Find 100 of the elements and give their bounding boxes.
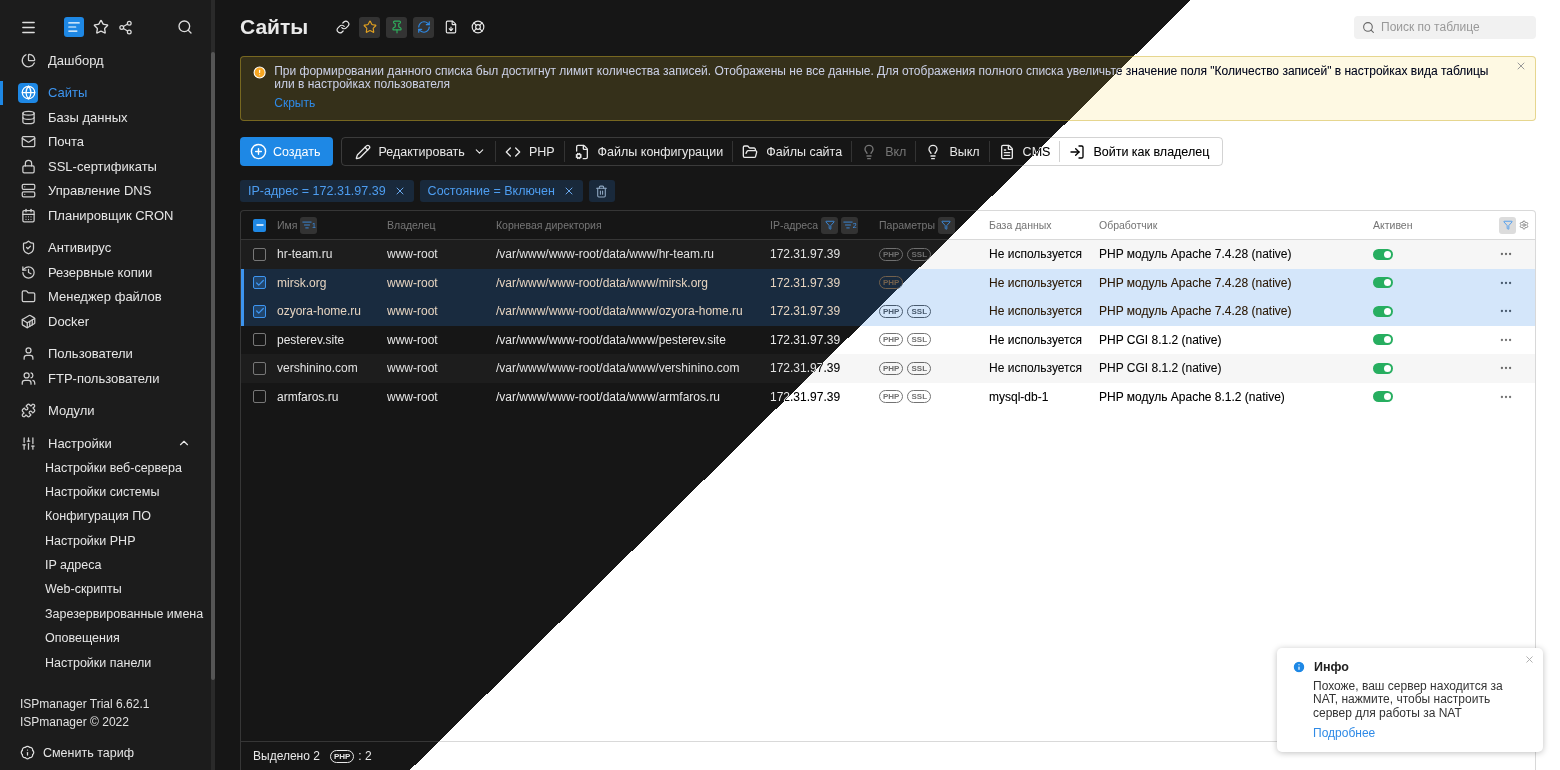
nav-subitem[interactable]: Web-скрипты <box>0 577 211 602</box>
row-checkbox[interactable] <box>253 361 266 375</box>
column-header[interactable]: Корневая директория <box>496 219 602 231</box>
settings-icon[interactable] <box>1519 220 1529 230</box>
funnel-icon <box>941 220 952 230</box>
nav-item[interactable]: Антивирус <box>0 235 211 260</box>
toolbar-button[interactable]: Файлы сайта <box>732 141 852 162</box>
nav-item[interactable]: Планировщик CRON <box>0 203 211 228</box>
row-checkbox[interactable] <box>253 333 266 347</box>
create-button[interactable]: Создать <box>240 137 333 166</box>
column-header[interactable]: Обработчик <box>1099 219 1158 231</box>
nav-item[interactable]: Дашборд <box>0 48 211 73</box>
nav-subitem[interactable]: Настройки веб-сервера <box>0 455 211 480</box>
nav-subitem[interactable]: Настройки системы <box>0 479 211 505</box>
nav-item[interactable]: Сайты <box>0 80 211 105</box>
nav-item[interactable]: Менеджер файлов <box>0 284 211 309</box>
nav-item[interactable]: FTP-пользователи <box>0 366 211 391</box>
lifebuoy-icon <box>470 20 485 34</box>
nodes-icon[interactable] <box>117 19 133 35</box>
pin-button[interactable] <box>386 16 408 38</box>
nav-item[interactable]: Модули <box>0 398 211 423</box>
nav-item[interactable]: Docker <box>0 309 211 334</box>
table-cell-text: PHP CGI 8.1.2 (native) <box>1099 361 1223 376</box>
column-header[interactable]: Владелец <box>387 219 436 231</box>
column-header[interactable]: Имя <box>277 219 298 231</box>
row-checkbox[interactable] <box>253 276 266 290</box>
nav-item[interactable]: Пользователи <box>0 341 211 366</box>
version-text: ISPmanager Trial 6.62.1 <box>20 697 151 711</box>
table-cell-text: Не используется <box>989 332 1083 347</box>
nav-subitem[interactable]: Настройки PHP <box>0 528 211 554</box>
nav-subitem[interactable]: IP адреса <box>0 553 211 578</box>
select-all-checkbox[interactable] <box>253 218 266 232</box>
active-toggle[interactable] <box>1373 277 1393 289</box>
star-icon <box>362 20 377 34</box>
active-toggle[interactable] <box>1373 248 1393 260</box>
hide-link[interactable]: Скрыть <box>274 96 316 110</box>
search-field[interactable]: Поиск по таблице <box>1354 15 1536 39</box>
table-cell-text: /var/www/www-root/data/www/armfaros.ru <box>496 389 722 404</box>
search-icon <box>1362 20 1375 34</box>
link-icon <box>335 20 350 34</box>
column-header[interactable]: Параметры <box>879 219 935 231</box>
toolbar-button[interactable]: Файлы конфигурации <box>563 141 733 162</box>
filter-chip[interactable]: Состояние = Включен <box>419 180 583 202</box>
nav-item[interactable]: Настройки <box>0 431 211 456</box>
table-cell-text: PHP CGI 8.1.2 (native) <box>1099 332 1223 347</box>
nav-item[interactable]: Управление DNS <box>0 178 211 203</box>
star-button[interactable] <box>359 16 381 38</box>
more-link[interactable]: Подробнее <box>1313 726 1376 740</box>
search-icon[interactable] <box>177 19 193 35</box>
toolbar-button[interactable]: PHP <box>494 141 564 162</box>
star-icon[interactable] <box>92 19 109 35</box>
file-download-icon <box>443 20 458 34</box>
pie-chart-icon <box>20 52 36 68</box>
row-checkbox[interactable] <box>253 390 266 404</box>
nav-subitem[interactable]: Зарезервированные имена <box>0 601 211 627</box>
active-toggle[interactable] <box>1373 305 1393 317</box>
row-checkbox[interactable] <box>253 247 266 261</box>
sliders-icon <box>20 435 36 451</box>
table-row[interactable]: mirsk.org www-root /var/www/www-root/data/www/mirsk.org 172.31.97.39 PHP Не используется PHP модуль Apache 7.4.28 (native) <box>241 268 1535 297</box>
toolbar-button[interactable]: Выкл <box>915 141 989 162</box>
table-cell-text: /var/www/www-root/data/www/vershinino.com <box>496 361 741 376</box>
filter-button[interactable] <box>938 216 955 234</box>
filter-button[interactable] <box>821 216 839 234</box>
page-title: Сайты <box>240 15 309 39</box>
table-row[interactable]: hr-team.ru www-root /var/www/www-root/data/www/hr-team.ru 172.31.97.39 PHP SSL Не используется PHP модуль Apache 7.4.28 (native) <box>241 240 1535 269</box>
table-cell-text: PHP модуль Apache 8.1.2 (native) <box>1099 389 1286 404</box>
nav-subitem[interactable]: Оповещения <box>0 626 211 651</box>
close-button[interactable] <box>1515 60 1527 72</box>
column-header[interactable]: Активен <box>1373 219 1413 231</box>
table-row[interactable]: ozyora-home.ru www-root /var/www/www-root/data/www/ozyora-home.ru 172.31.97.39 PHP SSL Не используется PHP модуль Apache 7.4.28 (native) <box>241 297 1535 326</box>
column-header[interactable]: IP-адреса <box>770 219 819 231</box>
filter-chip[interactable]: IP-адрес = 172.31.97.39 <box>240 180 414 202</box>
toolbar-button[interactable]: Войти как владелец <box>1059 141 1219 162</box>
active-toggle[interactable] <box>1373 362 1393 374</box>
row-checkbox[interactable] <box>253 304 266 318</box>
table-cell-text: Не используется <box>989 304 1083 319</box>
nav-item[interactable]: Почта <box>0 129 211 154</box>
nav-subitem[interactable]: Настройки панели <box>0 650 211 675</box>
change-plan-link[interactable]: Сменить тариф <box>20 745 191 760</box>
trash-button[interactable] <box>588 180 615 202</box>
toolbar-button[interactable]: CMS <box>988 141 1060 162</box>
refresh-button[interactable] <box>413 16 435 38</box>
filter-button[interactable] <box>1499 216 1516 234</box>
active-toggle[interactable] <box>1373 334 1393 346</box>
nav-item[interactable]: SSL-сертификаты <box>0 154 211 179</box>
refresh-icon <box>416 20 431 34</box>
copyright-text: ISPmanager © 2022 <box>20 715 130 729</box>
nav-item[interactable]: Резервные копии <box>0 260 211 285</box>
nav-item[interactable]: Базы данных <box>0 105 211 130</box>
document-icon <box>998 143 1015 160</box>
column-header[interactable]: База данных <box>989 219 1052 231</box>
nav-subitem[interactable]: Конфигурация ПО <box>0 504 211 529</box>
table-cell-text: Не используется <box>989 275 1083 290</box>
list-button[interactable] <box>63 17 84 37</box>
toolbar-button[interactable]: Редактировать <box>345 141 495 162</box>
info-badge-icon <box>20 745 35 760</box>
table-cell-text: www-root <box>387 304 439 319</box>
table-row[interactable]: pesterev.site www-root /var/www/www-root/data/www/pesterev.site 172.31.97.39 PHP SSL Не используется PHP CGI 8.1.2 (native) <box>241 325 1535 354</box>
active-toggle[interactable] <box>1373 391 1393 403</box>
toast-text: Похоже, ваш сервер находится за NAT, нажмите, чтобы настроить сервер для работы за NAT <box>1313 679 1504 720</box>
